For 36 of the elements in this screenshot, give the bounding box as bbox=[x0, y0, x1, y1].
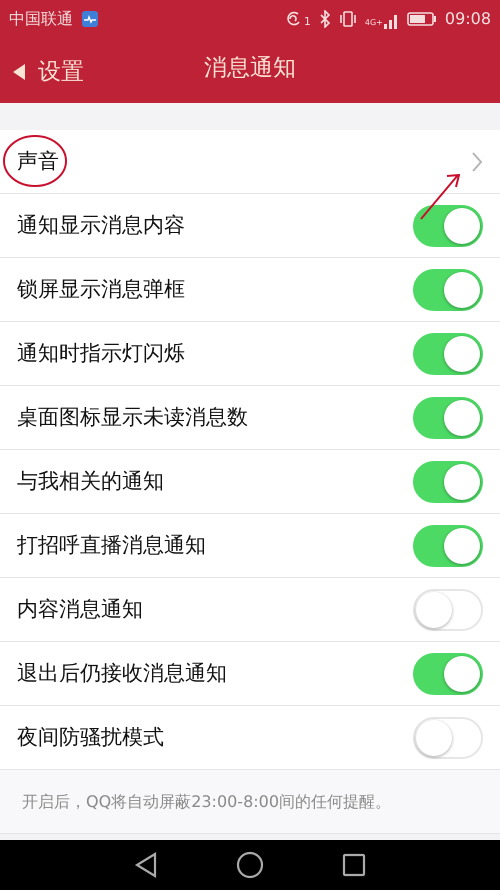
setting-label: 锁屏显示消息弹框 bbox=[17, 276, 185, 303]
sound-setting-row[interactable]: 声音 bbox=[0, 130, 500, 194]
chevron-icon bbox=[471, 150, 483, 172]
recent-apps-button[interactable] bbox=[342, 853, 366, 877]
toggle-switch[interactable] bbox=[413, 204, 483, 246]
signal-icon bbox=[382, 12, 399, 28]
setting-label: 内容消息通知 bbox=[17, 596, 143, 623]
setting-label: 通知显示消息内容 bbox=[17, 212, 185, 239]
toggle-switch[interactable] bbox=[413, 396, 483, 438]
clock-time: 09:08 bbox=[444, 8, 491, 30]
annotation-circle bbox=[3, 135, 67, 187]
bluetooth-icon bbox=[318, 10, 331, 28]
setting-label: 打招呼直播消息通知 bbox=[17, 532, 206, 559]
annotation-arrow bbox=[420, 174, 460, 220]
toggle-switch[interactable] bbox=[413, 652, 483, 694]
vibrate-icon bbox=[338, 10, 357, 28]
toggle-switch[interactable] bbox=[413, 332, 483, 374]
toggle-switch[interactable] bbox=[413, 524, 483, 566]
back-arrow-icon bbox=[12, 63, 26, 82]
setting-label: 与我相关的通知 bbox=[17, 468, 164, 495]
footnote-text: 开启后，QQ将自动屏蔽23:00-8:00间的任何提醒。 bbox=[22, 790, 391, 812]
sim-number: 1 bbox=[304, 14, 311, 30]
home-nav-button[interactable] bbox=[236, 851, 264, 879]
toggle-switch[interactable] bbox=[413, 268, 483, 310]
carrier-name: 中国联通 bbox=[9, 8, 73, 30]
toggle-switch[interactable] bbox=[413, 460, 483, 502]
network-type: 4G+ bbox=[364, 16, 383, 28]
setting-label: 通知时指示灯闪烁 bbox=[17, 340, 185, 367]
battery-icon bbox=[406, 10, 437, 26]
back-nav-button[interactable] bbox=[134, 852, 158, 878]
setting-label: 夜间防骚扰模式 bbox=[17, 724, 164, 751]
setting-label: 退出后仍接收消息通知 bbox=[17, 660, 227, 687]
back-button[interactable]: 设置 bbox=[8, 51, 88, 94]
health-app-icon bbox=[81, 10, 99, 28]
page-title: 消息通知 bbox=[204, 54, 296, 83]
setting-label: 桌面图标显示未读消息数 bbox=[17, 404, 248, 431]
